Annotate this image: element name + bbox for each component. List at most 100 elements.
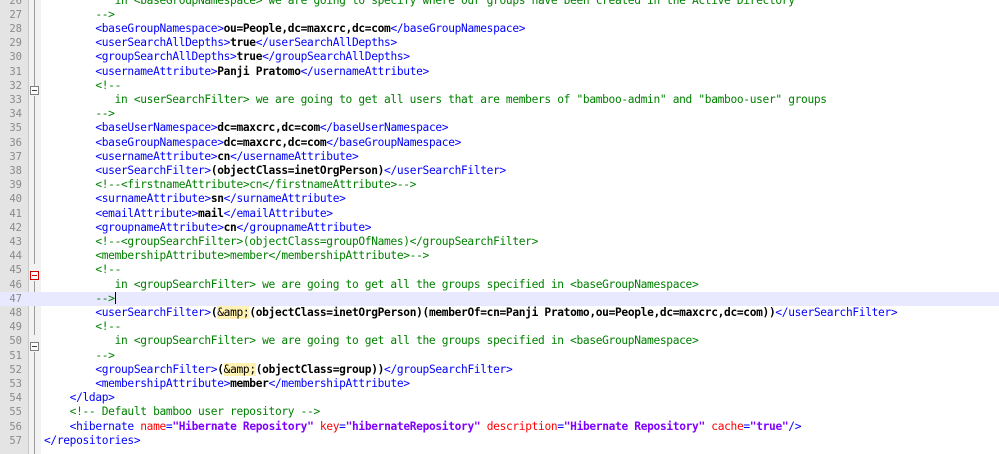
comment-text: --> (44, 348, 115, 362)
code-line[interactable]: 28 <baseGroupNamespace>ou=People,dc=maxc… (0, 22, 999, 36)
line-code: <groupSearchAllDepths>true</groupSearchA… (44, 50, 410, 64)
code-line[interactable]: 47 --> (0, 291, 999, 306)
line-number: 27 (9, 8, 22, 21)
element-value: ( (217, 362, 224, 376)
code-line[interactable]: 41 <emailAttribute>mail</emailAttribute> (0, 207, 999, 221)
element-value: dc=maxcrc,dc=com (223, 135, 327, 149)
code-line[interactable]: 42 <groupnameAttribute>cn</groupnameAttr… (0, 221, 999, 235)
line-code: <userSearchFilter>(&amp;(objectClass=ine… (44, 306, 898, 320)
line-code: <groupSearchFilter>(&amp;(objectClass=gr… (44, 362, 513, 377)
code-line[interactable]: 51 --> (0, 349, 999, 363)
xml-tag: </ldap> (69, 391, 115, 405)
xml-tag: <groupSearchAllDepths> (95, 50, 237, 64)
xml-tag: <usernameAttribute> (95, 149, 218, 163)
code-line[interactable]: 29 <userSearchAllDepths>true</userSearch… (0, 36, 999, 50)
code-line[interactable]: 39 <!--<firstnameAttribute>cn</firstname… (0, 178, 999, 192)
comment-text: <!-- (44, 78, 121, 92)
element-value: true (230, 36, 256, 50)
line-code: in <groupSearchFilter> we are going to g… (44, 334, 699, 348)
line-number: 31 (9, 65, 22, 78)
line-code: in <groupSearchFilter> we are going to g… (44, 277, 699, 292)
xml-tag: <surnameAttribute> (95, 192, 211, 206)
comment-text: <!--<groupSearchFilter>(objectClass=grou… (95, 235, 538, 248)
comment-text: --> (44, 291, 115, 305)
code-line[interactable]: 27 --> (0, 8, 999, 22)
code-line[interactable]: 33 in <userSearchFilter> we are going to… (0, 93, 999, 107)
xml-tag: <baseUserNamespace> (95, 121, 218, 135)
line-code: <userSearchAllDepths>true</userSearchAll… (44, 36, 397, 50)
code-line[interactable]: 37 <usernameAttribute>cn</usernameAttrib… (0, 150, 999, 164)
code-editor[interactable]: 26 in <baseGroupNamespace> we are going … (0, 0, 999, 454)
line-code: <usernameAttribute>Panji Pratomo</userna… (44, 65, 429, 79)
code-line[interactable]: 40 <surnameAttribute>sn</surnameAttribut… (0, 192, 999, 206)
code-line[interactable]: 34 --> (0, 107, 999, 121)
code-line[interactable]: 53 <membershipAttribute>member</membersh… (0, 377, 999, 391)
element-value: sn (210, 192, 224, 206)
code-line[interactable]: 32 <!-- (0, 79, 999, 93)
element-value: (objectClass=inetOrgPerson) (210, 164, 385, 177)
line-number: 44 (9, 250, 22, 263)
xml-tag: <hibernate (69, 419, 141, 433)
line-number: 47 (9, 292, 22, 305)
code-line[interactable]: 55 <!-- Default bamboo user repository -… (0, 405, 999, 419)
entity-ref: &amp; (223, 362, 256, 376)
line-number: 32 (9, 79, 22, 92)
line-code: </repositories> (44, 434, 141, 448)
code-line[interactable]: 49 <!-- (0, 320, 999, 334)
line-number: 51 (9, 349, 22, 362)
attribute-value: "true" (749, 419, 789, 433)
line-code: <baseGroupNamespace>ou=People,dc=maxcrc,… (44, 22, 525, 36)
code-line[interactable]: 44 <membershipAttribute>member</membersh… (0, 249, 999, 263)
code-line[interactable]: 38 <userSearchFilter>(objectClass=inetOr… (0, 164, 999, 178)
line-code: in <userSearchFilter> we are going to ge… (44, 93, 827, 107)
code-line[interactable]: 54 </ldap> (0, 391, 999, 405)
code-line[interactable]: 35 <baseUserNamespace>dc=maxcrc,dc=com</… (0, 121, 999, 135)
xml-tag: <groupnameAttribute> (95, 220, 224, 234)
line-code: <!--<groupSearchFilter>(objectClass=grou… (44, 235, 538, 249)
code-line[interactable]: 50 in <groupSearchFilter> we are going t… (0, 334, 999, 348)
line-number: 52 (9, 363, 22, 376)
element-value: dc=maxcrc,dc=com (217, 121, 320, 135)
element-value: (objectClass=group)) (255, 362, 385, 376)
line-code: <!-- (44, 263, 121, 277)
comment-text: in <userSearchFilter> we are going to ge… (44, 93, 827, 106)
line-number: 53 (9, 378, 22, 390)
attribute-value: "hibernateRepository" (345, 419, 481, 433)
xml-tag: <userSearchAllDepths> (95, 36, 231, 50)
line-code: <usernameAttribute>cn</usernameAttribute… (44, 150, 358, 164)
code-line[interactable]: 48 <userSearchFilter>(&amp;(objectClass=… (0, 306, 999, 320)
comment-text: in <groupSearchFilter> we are going to g… (44, 277, 699, 291)
line-number: 40 (9, 193, 22, 206)
attribute-name: name (140, 419, 166, 433)
entity-ref: &amp; (217, 306, 250, 319)
code-line[interactable]: 26 in <baseGroupNamespace> we are going … (0, 0, 999, 8)
xml-tag: <userSearchFilter> (95, 306, 211, 319)
code-line[interactable]: 52 <groupSearchFilter>(&amp;(objectClass… (0, 362, 999, 377)
line-number: 46 (9, 278, 22, 291)
code-line[interactable]: 46 in <groupSearchFilter> we are going t… (0, 278, 999, 292)
code-line[interactable]: 30 <groupSearchAllDepths>true</groupSear… (0, 50, 999, 64)
code-line[interactable]: 45 <!-- (0, 263, 999, 277)
line-code: <!-- (44, 320, 121, 334)
line-code: <membershipAttribute>member</membershipA… (44, 377, 410, 391)
code-line[interactable]: 36 <baseGroupNamespace>dc=maxcrc,dc=com<… (0, 136, 999, 150)
line-code: <baseGroupNamespace>dc=maxcrc,dc=com</ba… (44, 136, 461, 150)
code-line[interactable]: 43 <!--<groupSearchFilter>(objectClass=g… (0, 235, 999, 249)
xml-tag: </userSearchFilter> (775, 306, 898, 319)
xml-tag: </baseGroupNamespace> (390, 22, 526, 35)
line-code: in <baseGroupNamespace> we are going to … (44, 0, 795, 8)
line-number: 42 (9, 221, 22, 234)
code-line[interactable]: 31 <usernameAttribute>Panji Pratomo</use… (0, 65, 999, 79)
comment-text: --> (44, 107, 115, 121)
code-line[interactable]: 57 </repositories> (0, 434, 999, 448)
code-line[interactable]: 56 <hibernate name="Hibernate Repository… (0, 420, 999, 434)
line-number: 54 (9, 392, 22, 405)
line-number: 30 (9, 51, 22, 64)
line-number: 39 (9, 179, 22, 192)
